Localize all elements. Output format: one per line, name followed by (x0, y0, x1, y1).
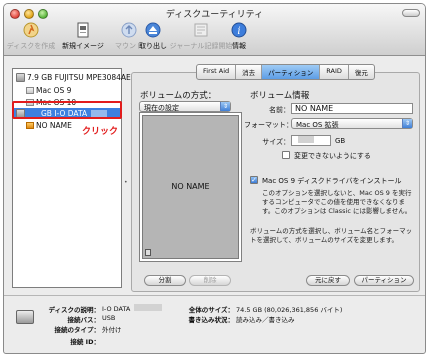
eject-icon (145, 22, 161, 38)
click-callout-label: クリック (82, 127, 119, 137)
name-field[interactable]: NO NAME (291, 103, 413, 114)
list-item-fujitsu-disk[interactable]: 7.9 GB FUJITSU MPE3084AE (16, 72, 131, 83)
tab-restore[interactable]: 復元 (349, 65, 374, 79)
bus-value: USB (102, 314, 116, 322)
external-disk-icon (16, 310, 34, 324)
redacted-text (134, 304, 163, 311)
svg-text:i: i (237, 26, 240, 37)
volume-info-title: ボリューム情報 (250, 91, 310, 101)
burn-button[interactable]: ディスクを作成 (6, 21, 56, 51)
locked-label: 変更できないようにする (294, 152, 371, 160)
size-field[interactable] (291, 135, 331, 146)
disk-desc-value: I-O DATA (102, 304, 163, 313)
connection-id-key: 接続 ID： (70, 338, 100, 346)
format-label: フォーマット： (244, 121, 293, 129)
disk-utility-window: ディスクユーティリティ ディスクを作成 新規イメージ マウント 取り出し ジャー… (3, 3, 426, 354)
split-button[interactable]: 分割 (144, 275, 186, 286)
tab-erase[interactable]: 消去 (236, 65, 263, 79)
locked-checkbox[interactable] (282, 151, 290, 159)
format-popup[interactable]: Mac OS 拡張 ⇕ (291, 118, 413, 129)
partition-panel: ボリュームの方式： 現在の設定 ⇕ NO NAME ボリューム情報 名前： NO… (131, 72, 420, 292)
disk-info-footer: ディスクの説明： I-O DATA 接続バス： USB 接続のタイプ： 外付け … (4, 295, 425, 353)
size-label: サイズ： (262, 138, 290, 146)
size-unit: GB (335, 137, 346, 145)
toolbar: ディスクユーティリティ ディスクを作成 新規イメージ マウント 取り出し ジャー… (4, 4, 425, 56)
new-image-icon (77, 22, 89, 38)
volume-icon (26, 122, 34, 129)
total-size-key: 全体のサイズ： (188, 306, 234, 314)
write-status-key: 書き込み状況： (188, 316, 235, 324)
tab-raid[interactable]: RAID (320, 65, 349, 79)
lock-icon (145, 249, 151, 256)
partition-layout-map[interactable]: NO NAME (139, 112, 242, 262)
volume-scheme-title: ボリュームの方式： (140, 91, 217, 101)
info-button[interactable]: i 情報 (214, 21, 264, 51)
write-status-value: 読み込み／書き込み (236, 316, 295, 324)
scheme-description: ボリュームの方式を選択し、ボリューム名とフォーマットを選択して、ボリュームのサイ… (250, 227, 413, 244)
volume-icon (26, 87, 34, 94)
redacted-text (298, 136, 314, 143)
connection-type-value: 外付け (102, 326, 122, 334)
volume-scheme-popup[interactable]: 現在の設定 ⇕ (139, 101, 231, 112)
total-size-value: 74.5 GB (80,026,361,856 バイト) (236, 306, 343, 314)
burn-icon (23, 22, 39, 38)
tab-first-aid[interactable]: First Aid (197, 65, 237, 79)
partition-button[interactable]: パーティション (354, 275, 414, 286)
disk-desc-key: ディスクの説明： (48, 306, 100, 314)
journaling-icon (194, 23, 208, 37)
name-label: 名前： (269, 106, 290, 114)
driver-description: このオプションを選択しないと、Mac OS 9 を実行するコンピュータでこの値を… (262, 189, 412, 215)
install-driver-checkbox[interactable]: ✓ (250, 176, 258, 184)
hard-disk-icon (16, 73, 25, 82)
window-title: ディスクユーティリティ (165, 10, 264, 20)
click-callout-box (12, 101, 122, 119)
tab-bar: First Aid 消去 パーティション RAID 復元 (196, 64, 375, 80)
revert-button[interactable]: 元に戻す (306, 275, 350, 286)
new-image-button[interactable]: 新規イメージ (58, 21, 108, 51)
tab-partition[interactable]: パーティション (262, 65, 321, 79)
popup-arrows-icon: ⇕ (402, 119, 412, 128)
info-icon: i (231, 22, 247, 38)
splitter-handle[interactable]: • (124, 179, 128, 186)
install-driver-label: Mac OS 9 ディスクドライバをインストール (262, 177, 402, 185)
list-item-macos9[interactable]: Mac OS 9 (26, 85, 71, 96)
popup-arrows-icon: ⇕ (220, 102, 230, 111)
connection-type-key: 接続のタイプ： (54, 326, 101, 334)
partition-block[interactable]: NO NAME (142, 115, 239, 259)
bus-key: 接続バス： (67, 316, 101, 324)
delete-button[interactable]: 削除 (189, 275, 231, 286)
list-item-noname[interactable]: NO NAME (26, 120, 72, 131)
